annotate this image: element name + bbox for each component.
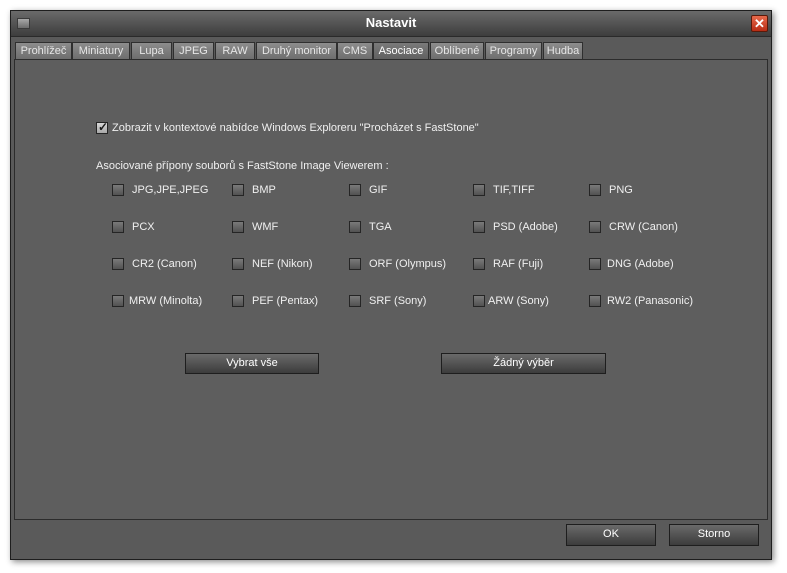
extension-label[interactable]: BMP <box>252 184 276 196</box>
tab-9[interactable]: Oblíbené <box>430 42 484 60</box>
extension-checkbox[interactable] <box>589 258 601 270</box>
extension-label[interactable]: SRF (Sony) <box>369 295 426 307</box>
extension-checkbox[interactable] <box>112 184 124 196</box>
cancel-button[interactable]: Storno <box>669 524 759 546</box>
extension-checkbox[interactable] <box>349 258 361 270</box>
extension-label[interactable]: WMF <box>252 221 278 233</box>
tab-1[interactable]: Prohlížeč <box>15 42 72 60</box>
extension-checkbox[interactable] <box>232 184 244 196</box>
title-bar[interactable]: Nastavit ✕ <box>11 11 771 37</box>
extension-checkbox[interactable] <box>232 258 244 270</box>
ok-button[interactable]: OK <box>566 524 656 546</box>
extension-label[interactable]: CRW (Canon) <box>609 221 678 233</box>
extension-label[interactable]: PNG <box>609 184 633 196</box>
tab-7[interactable]: CMS <box>337 42 373 60</box>
extension-label[interactable]: PEF (Pentax) <box>252 295 318 307</box>
extension-label[interactable]: PCX <box>132 221 155 233</box>
tab-2[interactable]: Miniatury <box>72 42 130 60</box>
tab-11[interactable]: Hudba <box>543 42 583 60</box>
extension-checkbox[interactable] <box>112 258 124 270</box>
extension-checkbox[interactable] <box>232 221 244 233</box>
extension-checkbox[interactable] <box>589 184 601 196</box>
extension-label[interactable]: JPG,JPE,JPEG <box>132 184 208 196</box>
extensions-heading: Asociované přípony souborů s FastStone I… <box>96 160 389 172</box>
context-menu-checkbox[interactable]: ✓ <box>96 120 109 134</box>
window-title: Nastavit <box>365 15 417 30</box>
extension-label[interactable]: CR2 (Canon) <box>132 258 197 270</box>
extension-label[interactable]: MRW (Minolta) <box>129 295 202 307</box>
extension-label[interactable]: ORF (Olympus) <box>369 258 446 270</box>
extension-checkbox[interactable] <box>473 295 485 307</box>
extension-label[interactable]: PSD (Adobe) <box>493 221 558 233</box>
close-icon[interactable]: ✕ <box>751 15 768 32</box>
extension-checkbox[interactable] <box>349 221 361 233</box>
extension-checkbox[interactable] <box>473 184 485 196</box>
tab-6[interactable]: Druhý monitor <box>256 42 337 60</box>
extension-checkbox[interactable] <box>349 295 361 307</box>
extension-label[interactable]: RW2 (Panasonic) <box>607 295 693 307</box>
tab-10[interactable]: Programy <box>485 42 542 60</box>
tab-3[interactable]: Lupa <box>131 42 172 60</box>
tab-5[interactable]: RAW <box>215 42 255 60</box>
extension-checkbox[interactable] <box>112 221 124 233</box>
extension-checkbox[interactable] <box>232 295 244 307</box>
tab-panel-asociace: ✓ Zobrazit v kontextové nabídce Windows … <box>14 59 768 520</box>
extension-label[interactable]: TGA <box>369 221 392 233</box>
extension-checkbox[interactable] <box>112 295 124 307</box>
checkmark-icon: ✓ <box>97 120 109 134</box>
extension-label[interactable]: GIF <box>369 184 387 196</box>
extension-label[interactable]: NEF (Nikon) <box>252 258 313 270</box>
extension-checkbox[interactable] <box>473 221 485 233</box>
extension-checkbox[interactable] <box>349 184 361 196</box>
tab-4[interactable]: JPEG <box>173 42 214 60</box>
select-all-button[interactable]: Vybrat vše <box>185 353 319 374</box>
extension-checkbox[interactable] <box>589 221 601 233</box>
extension-label[interactable]: ARW (Sony) <box>488 295 549 307</box>
settings-dialog: Nastavit ✕ Prohlížeč Miniatury Lupa JPEG RAW… <box>10 10 772 560</box>
extension-label[interactable]: DNG (Adobe) <box>607 258 674 270</box>
select-none-button[interactable]: Žádný výběr <box>441 353 606 374</box>
context-menu-label[interactable]: Zobrazit v kontextové nabídce Windows Ex… <box>112 122 479 134</box>
extension-checkbox[interactable] <box>473 258 485 270</box>
extension-checkbox[interactable] <box>589 295 601 307</box>
extension-label[interactable]: RAF (Fuji) <box>493 258 543 270</box>
dialog-button-bar: OK Storno <box>14 522 768 557</box>
extension-label[interactable]: TIF,TIFF <box>493 184 535 196</box>
